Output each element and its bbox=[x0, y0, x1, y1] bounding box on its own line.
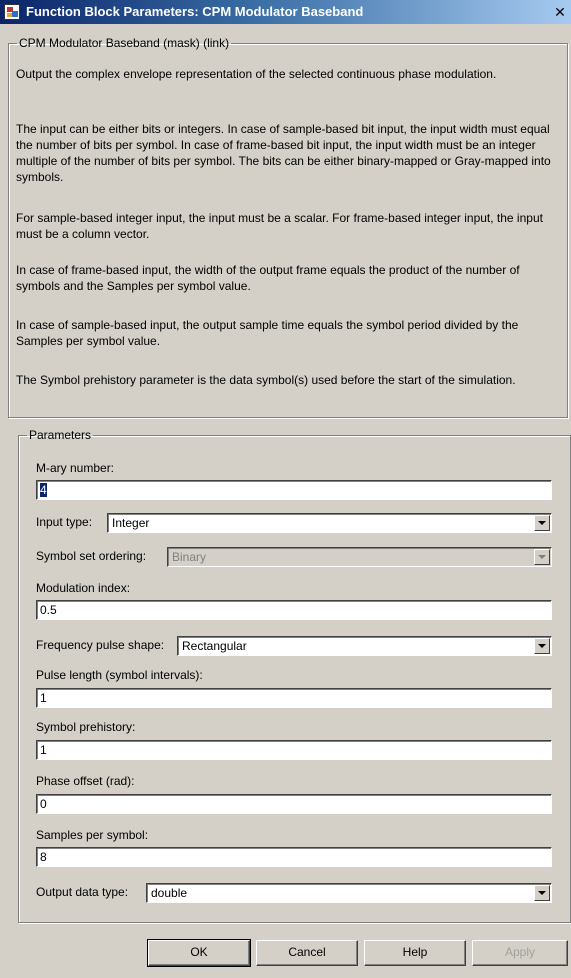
phase-offset-input[interactable]: 0 bbox=[36, 794, 552, 814]
symbol-set-ordering-select: Binary bbox=[167, 547, 552, 567]
description-paragraph: In case of sample-based input, the outpu… bbox=[16, 318, 519, 348]
modulation-index-label: Modulation index: bbox=[36, 581, 131, 595]
window-title: Function Block Parameters: CPM Modulator… bbox=[26, 4, 364, 19]
ok-button[interactable]: OK bbox=[147, 939, 251, 967]
mary-number-input[interactable]: 4 bbox=[36, 480, 552, 500]
pulse-length-input[interactable]: 1 bbox=[36, 688, 552, 708]
symbol-set-ordering-label: Symbol set ordering: bbox=[36, 549, 147, 563]
parameters-legend: Parameters bbox=[29, 428, 92, 442]
chevron-down-icon[interactable] bbox=[534, 638, 550, 654]
output-data-type-select[interactable]: double bbox=[146, 883, 552, 903]
cancel-button[interactable]: Cancel bbox=[256, 940, 358, 966]
description-paragraph: The Symbol prehistory parameter is the d… bbox=[16, 373, 516, 387]
output-data-type-label: Output data type: bbox=[36, 885, 129, 899]
input-type-label: Input type: bbox=[36, 515, 93, 529]
close-icon[interactable]: ✕ bbox=[553, 5, 567, 19]
input-type-select[interactable]: Integer bbox=[107, 513, 552, 533]
description-paragraph: For sample-based integer input, the inpu… bbox=[16, 211, 543, 241]
chevron-down-icon[interactable] bbox=[534, 885, 550, 901]
frequency-pulse-shape-select[interactable]: Rectangular bbox=[177, 636, 552, 656]
phase-offset-label: Phase offset (rad): bbox=[36, 774, 135, 788]
simulink-block-icon bbox=[4, 4, 20, 20]
help-button[interactable]: Help bbox=[364, 940, 466, 966]
chevron-down-icon bbox=[534, 549, 550, 565]
description-paragraph: Output the complex envelope representati… bbox=[16, 67, 497, 81]
samples-per-symbol-input[interactable]: 8 bbox=[36, 847, 552, 867]
symbol-set-ordering-value: Binary bbox=[172, 550, 207, 564]
pulse-length-label: Pulse length (symbol intervals): bbox=[36, 668, 203, 682]
input-type-value: Integer bbox=[112, 516, 150, 530]
title-bar[interactable]: Function Block Parameters: CPM Modulator… bbox=[0, 0, 571, 24]
description-paragraph: In case of frame-based input, the width … bbox=[16, 263, 520, 293]
samples-per-symbol-label: Samples per symbol: bbox=[36, 828, 149, 842]
symbol-prehistory-label: Symbol prehistory: bbox=[36, 720, 136, 734]
apply-button: Apply bbox=[472, 940, 568, 966]
description-paragraph: The input can be either bits or integers… bbox=[16, 122, 551, 184]
frequency-pulse-shape-value: Rectangular bbox=[182, 639, 247, 653]
symbol-prehistory-input[interactable]: 1 bbox=[36, 740, 552, 760]
chevron-down-icon[interactable] bbox=[534, 515, 550, 531]
modulation-index-input[interactable]: 0.5 bbox=[36, 600, 552, 620]
frequency-pulse-shape-label: Frequency pulse shape: bbox=[36, 638, 165, 652]
output-data-type-value: double bbox=[151, 886, 188, 900]
mary-number-label: M-ary number: bbox=[36, 461, 115, 475]
description-legend: CPM Modulator Baseband (mask) (link) bbox=[19, 36, 230, 50]
